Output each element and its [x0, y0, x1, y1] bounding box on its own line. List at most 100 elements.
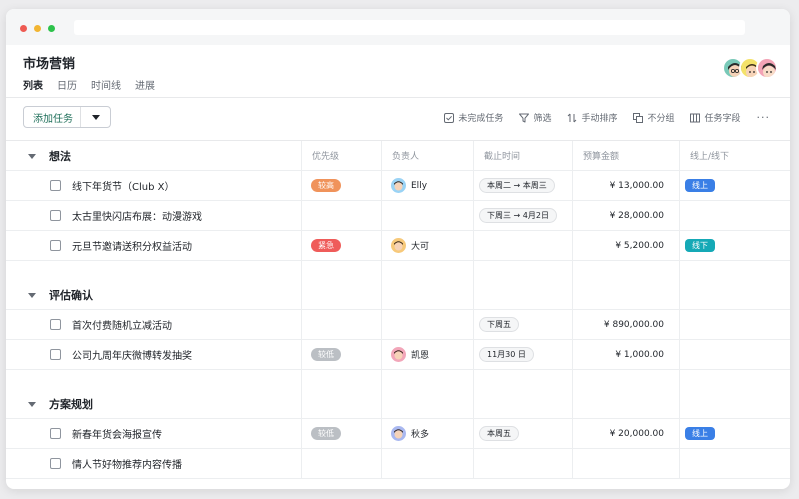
page-title: 市场营销	[23, 57, 76, 72]
deadline-cell[interactable]: 本周二 → 本周三	[479, 171, 555, 200]
channel-cell[interactable]: 线下	[685, 231, 715, 260]
view-tabs: 列表 日历 时间线 进展	[23, 77, 155, 92]
owner-cell[interactable]: 秋多	[391, 419, 429, 448]
task-checkbox[interactable]	[50, 349, 61, 360]
task-name[interactable]: 情人节好物推荐内容传播	[72, 449, 182, 478]
group-button[interactable]: 不分组	[633, 111, 674, 124]
task-checkbox[interactable]	[50, 428, 61, 439]
table-row[interactable]: 情人节好物推荐内容传播	[6, 449, 790, 479]
budget-cell[interactable]: ¥ 890,000.00	[572, 310, 679, 339]
minimize-window-button[interactable]	[34, 25, 41, 32]
owner: Elly	[391, 178, 427, 193]
column-header-budget[interactable]: 预算金额	[583, 141, 619, 170]
table-row[interactable]: 元旦节邀请送积分权益活动 紧急 大可 ¥ 5,200.00 线下	[6, 231, 790, 261]
table-row[interactable]: 公司九周年庆微博转发抽奖 较低 凯恩 11月30 日 ¥ 1,000.00	[6, 340, 790, 370]
title-bar	[6, 9, 790, 45]
more-options-icon[interactable]: ···	[757, 111, 771, 124]
group-header: 评估确认	[6, 280, 790, 310]
deadline-cell[interactable]: 本周五	[479, 419, 519, 448]
budget-cell[interactable]: ¥ 28,000.00	[572, 201, 679, 230]
column-header-owner[interactable]: 负责人	[392, 141, 419, 170]
channel-cell[interactable]: 线上	[685, 419, 715, 448]
add-task-label[interactable]: 添加任务	[24, 107, 81, 127]
owner-cell[interactable]: Elly	[391, 171, 427, 200]
task-name[interactable]: 公司九周年庆微博转发抽奖	[72, 340, 192, 369]
owner-name: 秋多	[411, 430, 430, 440]
group-title: 方案规划	[49, 397, 93, 411]
owner-avatar	[391, 347, 406, 362]
table-row[interactable]: 新春年货会海报宣传 较低 秋多 本周五 ¥ 20,000.00 线上	[6, 419, 790, 449]
owner-avatar	[391, 178, 406, 193]
budget-cell[interactable]	[572, 449, 679, 478]
budget-cell[interactable]: ¥ 13,000.00	[572, 171, 679, 200]
budget-cell[interactable]: ¥ 5,200.00	[572, 231, 679, 260]
owner: 凯恩	[391, 347, 429, 362]
task-table: 想法 优先级 负责人 截止时间 预算金额 线上/线下 线下年货节（Club X） 较高 Elly…	[6, 141, 790, 479]
deadline-pill: 下周三 → 4月2日	[479, 208, 557, 223]
priority-cell[interactable]: 较高	[311, 171, 341, 200]
address-bar[interactable]	[74, 20, 745, 35]
column-header-deadline[interactable]: 截止时间	[484, 141, 520, 170]
priority-cell[interactable]: 较低	[311, 419, 341, 448]
column-header-priority[interactable]: 优先级	[312, 141, 339, 170]
deadline-pill: 11月30 日	[479, 347, 534, 362]
task-checkbox[interactable]	[50, 210, 61, 221]
task-checkbox[interactable]	[50, 458, 61, 469]
owner-name: 大可	[411, 242, 430, 252]
column-header-channel[interactable]: 线上/线下	[690, 141, 729, 170]
channel-tag: 线上	[685, 427, 715, 440]
table-row[interactable]: 太古里快闪店布展：动漫游戏 下周三 → 4月2日 ¥ 28,000.00	[6, 201, 790, 231]
table-row[interactable]: 首次付费随机立减活动 下周五 ¥ 890,000.00	[6, 310, 790, 340]
maximize-window-button[interactable]	[48, 25, 55, 32]
chevron-down-icon	[91, 114, 100, 120]
deadline-cell[interactable]: 下周三 → 4月2日	[479, 201, 557, 230]
avatar[interactable]	[756, 57, 778, 79]
deadline-cell[interactable]: 11月30 日	[479, 340, 534, 369]
owner-cell[interactable]: 大可	[391, 231, 429, 260]
priority-cell[interactable]: 紧急	[311, 231, 341, 260]
incomplete-tasks-button[interactable]: 未完成任务	[444, 111, 503, 124]
group-header: 想法 优先级 负责人 截止时间 预算金额 线上/线下	[6, 141, 790, 171]
sort-icon	[568, 113, 577, 122]
tab-calendar[interactable]: 日历	[57, 77, 77, 92]
check-square-icon	[444, 112, 455, 123]
priority-cell[interactable]: 较低	[311, 340, 341, 369]
deadline-cell[interactable]: 下周五	[479, 310, 519, 339]
tab-timeline[interactable]: 时间线	[91, 77, 121, 92]
channel-cell[interactable]: 线上	[685, 171, 715, 200]
toolbar-tools: 未完成任务 筛选 手动排序 不分组 任务字段 ···	[444, 111, 770, 124]
task-checkbox[interactable]	[50, 240, 61, 251]
task-name[interactable]: 线下年货节（Club X）	[72, 171, 174, 200]
task-name[interactable]: 元旦节邀请送积分权益活动	[72, 231, 192, 260]
collapse-chevron-icon[interactable]	[28, 402, 36, 407]
member-avatars[interactable]	[722, 57, 778, 79]
channel-tag: 线下	[685, 239, 715, 252]
task-name[interactable]: 新春年货会海报宣传	[72, 419, 162, 448]
close-window-button[interactable]	[20, 25, 27, 32]
add-task-button[interactable]: 添加任务	[23, 106, 111, 128]
sort-button[interactable]: 手动排序	[567, 111, 617, 124]
task-name[interactable]: 太古里快闪店布展：动漫游戏	[72, 201, 202, 230]
add-task-dropdown[interactable]	[81, 114, 110, 120]
budget-cell[interactable]: ¥ 1,000.00	[572, 340, 679, 369]
budget-value: ¥ 890,000.00	[603, 319, 664, 330]
budget-cell[interactable]: ¥ 20,000.00	[572, 419, 679, 448]
collapse-chevron-icon[interactable]	[28, 154, 36, 159]
tab-list[interactable]: 列表	[23, 77, 43, 92]
sort-label: 手动排序	[581, 114, 618, 124]
task-fields-button[interactable]: 任务字段	[690, 111, 741, 124]
task-checkbox[interactable]	[50, 180, 61, 191]
filter-button[interactable]: 筛选	[519, 111, 551, 124]
owner-avatar	[391, 238, 406, 253]
budget-value: ¥ 13,000.00	[609, 180, 664, 191]
budget-value: ¥ 5,200.00	[615, 240, 664, 251]
owner-name: Elly	[411, 180, 428, 191]
table-row[interactable]: 线下年货节（Club X） 较高 Elly 本周二 → 本周三 ¥ 13,000.00 线…	[6, 171, 790, 201]
task-checkbox[interactable]	[50, 319, 61, 330]
toolbar: 添加任务 未完成任务 筛选 手动排序 不分组 任务字段 ···	[6, 98, 790, 140]
owner-cell[interactable]: 凯恩	[391, 340, 429, 369]
column-divider	[381, 141, 382, 479]
tab-progress[interactable]: 进展	[135, 77, 155, 92]
collapse-chevron-icon[interactable]	[28, 293, 36, 298]
task-name[interactable]: 首次付费随机立减活动	[72, 310, 172, 339]
